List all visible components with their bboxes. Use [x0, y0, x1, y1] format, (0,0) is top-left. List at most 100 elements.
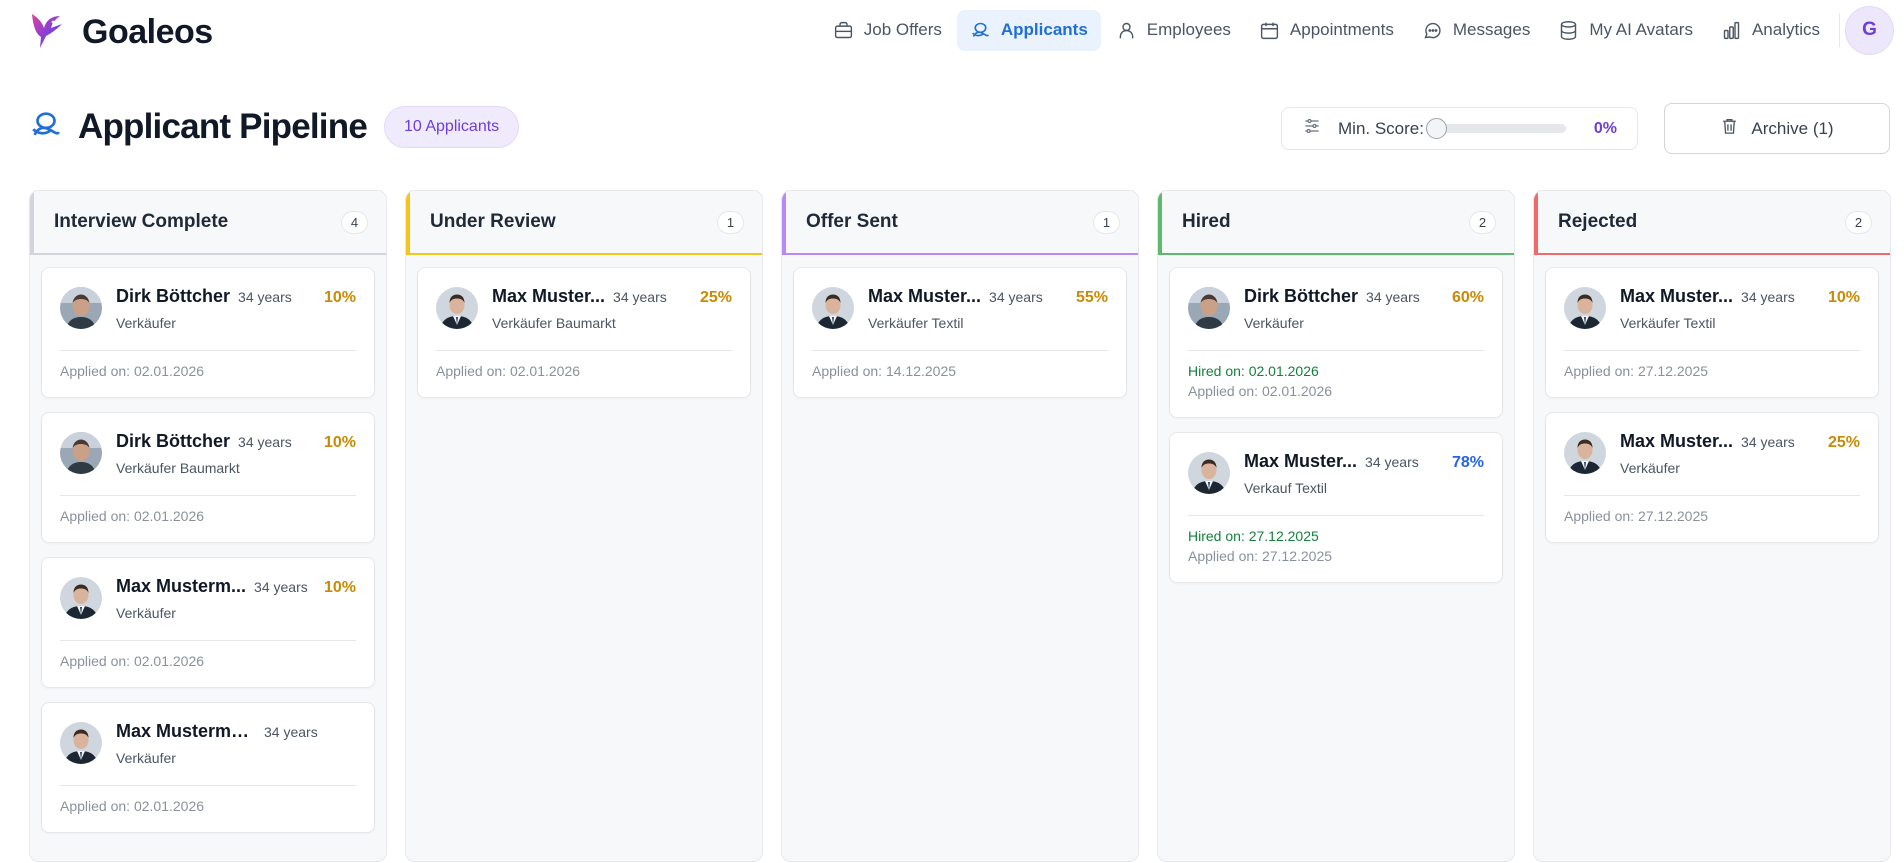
nav-label: My AI Avatars [1589, 20, 1693, 39]
applied-date: Applied on: 27.12.2025 [1188, 548, 1333, 564]
nav-analytics[interactable]: Analytics [1708, 10, 1833, 51]
avatar-photo-icon [436, 287, 478, 329]
applicant-card[interactable]: Max Musterm... 34 years 10% Verkäufer Ap… [41, 557, 375, 688]
applicant-name: Dirk Böttcher [116, 286, 231, 306]
applicant-photo [1564, 287, 1606, 329]
match-score: 10% [323, 579, 356, 596]
applicant-card[interactable]: Max Muster... 34 years 55% Verkäufer Tex… [793, 267, 1127, 398]
applicant-info: Dirk Böttcher 34 years 60% Verkäufer [1244, 286, 1484, 331]
page-header: Applicant Pipeline 10 Applicants [28, 106, 520, 148]
applicant-name: Max Muster... [1620, 286, 1734, 306]
match-score: 60% [1451, 289, 1484, 306]
applicant-role: Verkäufer [116, 605, 176, 621]
applicant-card[interactable]: Dirk Böttcher 34 years 10% Verkäufer App… [41, 267, 375, 398]
applicant-role: Verkäufer [116, 315, 176, 331]
card-divider [812, 350, 1108, 351]
column-body: Dirk Böttcher 34 years 60% Verkäufer Hir… [1158, 255, 1514, 595]
avatar-photo-icon [812, 287, 854, 329]
applicant-card[interactable]: Max Muster... 34 years 25% Verkäufer App… [1545, 412, 1879, 543]
avatar-photo-icon [1564, 287, 1606, 329]
card-header: Max Muster... 34 years 25% Verkäufer Bau… [436, 286, 732, 331]
applicant-age: 34 years [1741, 434, 1795, 450]
applied-date: Applied on: 02.01.2026 [60, 653, 205, 669]
avatar-photo-icon [60, 722, 102, 764]
nav-applicants[interactable]: Applicants [956, 9, 1101, 51]
applicants-icon [28, 108, 64, 147]
user-icon [1119, 22, 1134, 38]
applicant-card[interactable]: Max Mustermann 34 years Verkäufer Applie… [41, 702, 375, 833]
nav-label: Employees [1146, 20, 1231, 39]
applicant-info: Max Muster... 34 years 25% Verkäufer [1620, 431, 1860, 476]
card-header: Max Musterm... 34 years 10% Verkäufer [60, 576, 356, 621]
applicant-card[interactable]: Max Muster... 34 years 25% Verkäufer Bau… [417, 267, 751, 398]
brand[interactable]: Goaleos [28, 10, 213, 55]
applicant-age: 34 years [613, 289, 667, 305]
calendar-icon [1260, 22, 1278, 39]
applicant-card[interactable]: Max Muster... 34 years 78% Verkauf Texti… [1169, 432, 1503, 583]
applicant-name: Max Musterm... [116, 576, 247, 596]
avatar-photo-icon [1188, 452, 1230, 494]
match-score: 55% [1075, 289, 1108, 306]
card-header: Max Muster... 34 years 55% Verkäufer Tex… [812, 286, 1108, 331]
archive-label: Archive (1) [1751, 118, 1834, 138]
applicant-role: Verkäufer Textil [1620, 315, 1716, 331]
column-body: Max Muster... 34 years 10% Verkäufer Tex… [1534, 255, 1890, 555]
applicant-info: Max Muster... 34 years 78% Verkauf Texti… [1244, 451, 1484, 496]
applicant-name-row: Max Musterm... 34 years 10% [116, 576, 356, 597]
min-score-filter: Min. Score: 0% [1281, 107, 1638, 150]
trash-icon [1720, 116, 1739, 141]
applicant-card[interactable]: Max Muster... 34 years 10% Verkäufer Tex… [1545, 267, 1879, 398]
hummingbird-logo-icon [28, 10, 68, 55]
applicant-age: 34 years [1365, 454, 1419, 470]
nav-ai-avatars[interactable]: My AI Avatars [1545, 10, 1706, 51]
applicant-card[interactable]: Dirk Böttcher 34 years 60% Verkäufer Hir… [1169, 267, 1503, 418]
column-title: Offer Sent [806, 211, 898, 232]
applicant-age: 34 years [254, 579, 308, 595]
column-title: Rejected [1558, 211, 1638, 232]
nav-messages[interactable]: Messages [1409, 10, 1543, 51]
pipeline-board: Interview Complete 4 Dirk Böttcher 34 ye… [29, 190, 1891, 862]
min-score-slider[interactable] [1425, 118, 1566, 139]
main-nav: Job Offers Applicants Employees Appointm… [818, 5, 1904, 55]
slider-thumb[interactable] [1425, 118, 1447, 139]
min-score-label: Min. Score: [1338, 118, 1424, 138]
avatar-photo-icon [60, 432, 102, 474]
nav-employees[interactable]: Employees [1103, 10, 1244, 51]
applicant-count-badge: 10 Applicants [383, 106, 520, 148]
applicant-role: Verkäufer Baumarkt [116, 460, 240, 476]
nav-job-offers[interactable]: Job Offers [820, 10, 955, 51]
hired-date: Hired on: 02.01.2026 [1188, 363, 1319, 379]
page-title: Applicant Pipeline [78, 107, 368, 146]
applicant-name: Dirk Böttcher [1244, 286, 1359, 306]
column-header: Rejected 2 [1534, 191, 1890, 255]
nav-divider [1839, 13, 1840, 47]
applicant-photo [60, 287, 102, 329]
card-header: Max Muster... 34 years 25% Verkäufer [1564, 431, 1860, 476]
applicant-name-row: Dirk Böttcher 34 years 10% [116, 431, 356, 452]
applicant-info: Max Mustermann 34 years Verkäufer [116, 721, 356, 766]
applicant-name: Dirk Böttcher [116, 431, 231, 451]
applicant-info: Max Muster... 34 years 10% Verkäufer Tex… [1620, 286, 1860, 331]
briefcase-icon [834, 21, 852, 38]
card-divider [436, 350, 732, 351]
column-title: Hired [1182, 211, 1231, 232]
applicant-info: Max Musterm... 34 years 10% Verkäufer [116, 576, 356, 621]
nav-label: Job Offers [863, 20, 942, 39]
user-avatar-button[interactable]: G [1845, 5, 1894, 55]
match-score: 10% [323, 434, 356, 451]
nav-appointments[interactable]: Appointments [1246, 10, 1407, 51]
applicant-role: Verkauf Textil [1244, 480, 1328, 496]
card-header: Max Mustermann 34 years Verkäufer [60, 721, 356, 766]
applicant-card[interactable]: Dirk Böttcher 34 years 10% Verkäufer Bau… [41, 412, 375, 543]
applied-date: Applied on: 27.12.2025 [1564, 363, 1709, 379]
archive-button[interactable]: Archive (1) [1664, 103, 1890, 154]
applicant-name-row: Dirk Böttcher 34 years 60% [1244, 286, 1484, 307]
card-header: Dirk Böttcher 34 years 10% Verkäufer Bau… [60, 431, 356, 476]
pipeline-column-interview-complete: Interview Complete 4 Dirk Böttcher 34 ye… [29, 190, 387, 862]
card-header: Max Muster... 34 years 78% Verkauf Texti… [1188, 451, 1484, 496]
sliders-icon [1302, 116, 1322, 141]
applicant-photo [1564, 432, 1606, 474]
applicant-age: 34 years [1741, 289, 1795, 305]
avatar-photo-icon [60, 287, 102, 329]
top-bar: Goaleos Job Offers Applicants Employees … [0, 0, 1904, 62]
